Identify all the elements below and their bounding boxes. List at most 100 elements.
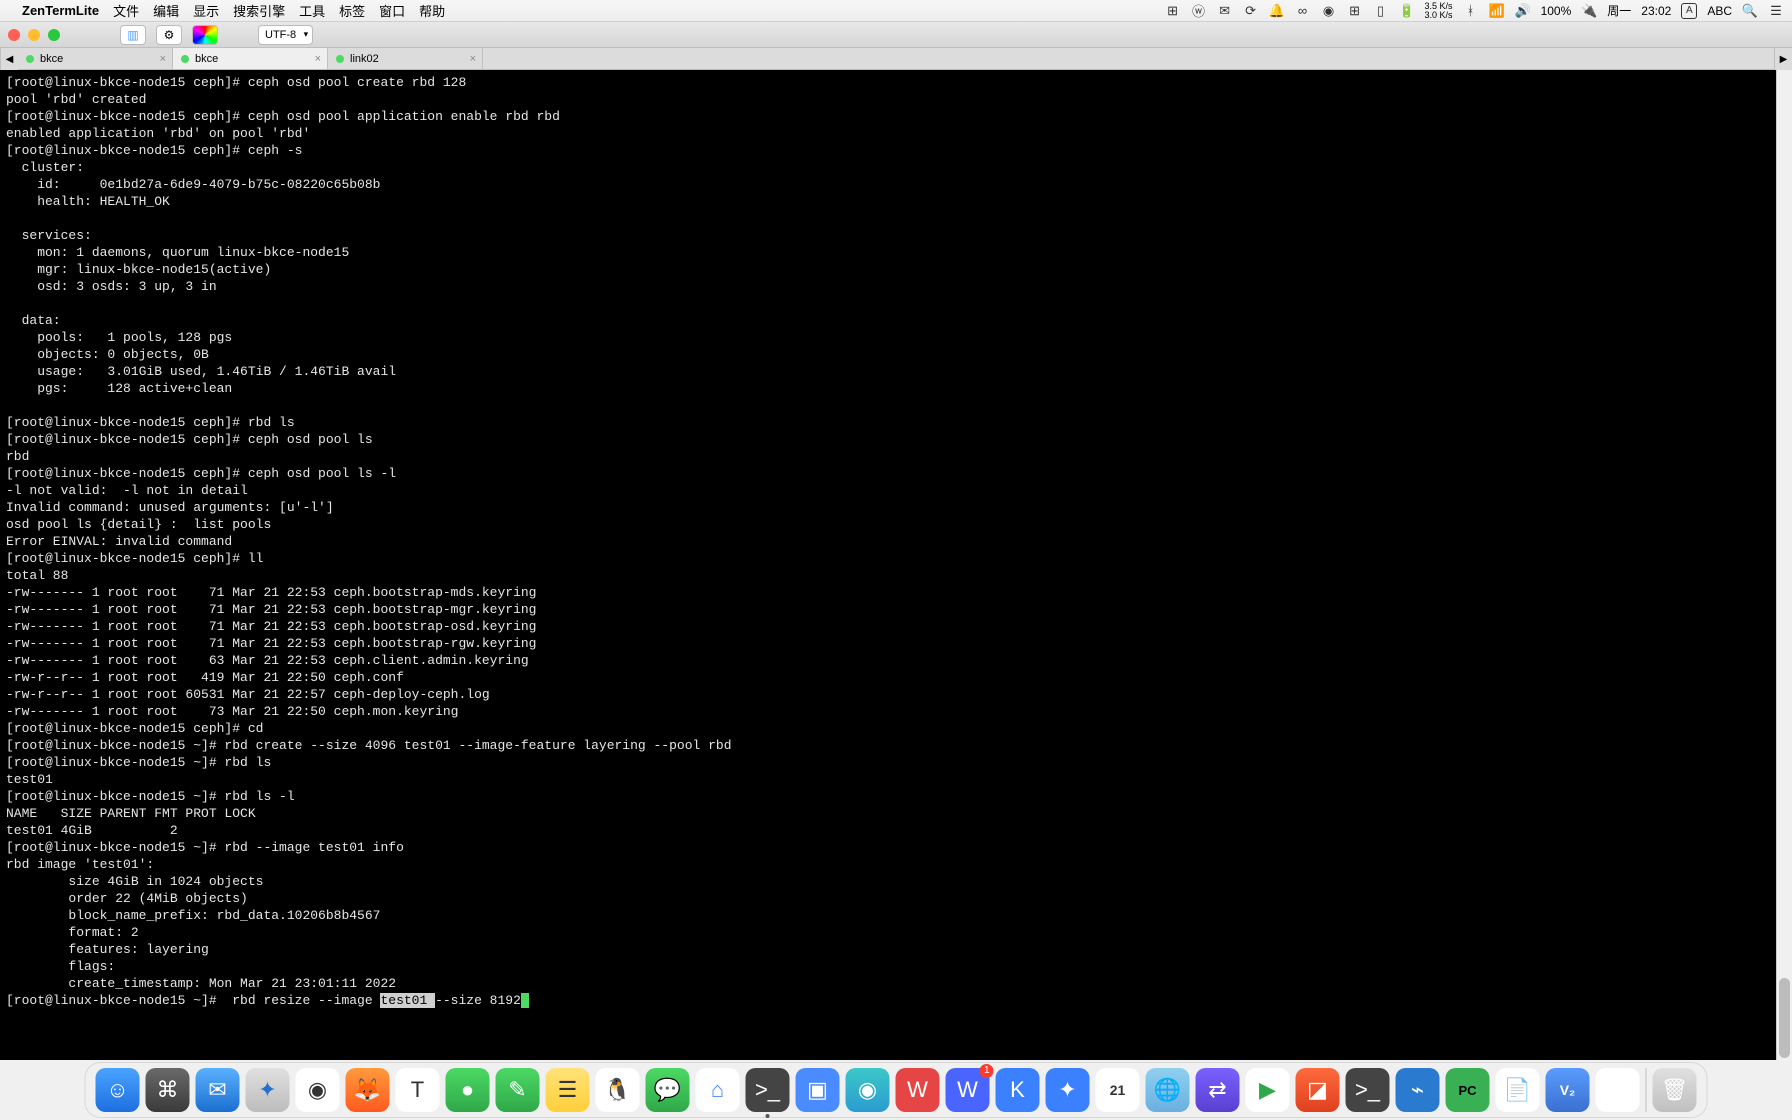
dock-todo[interactable]: ◪ — [1296, 1068, 1340, 1112]
dock-tb[interactable]: ✦ — [1046, 1068, 1090, 1112]
term-line — [6, 296, 14, 311]
status-icon[interactable]: ⓦ — [1191, 3, 1207, 19]
tab-bkce-1[interactable]: bkce × — [18, 48, 173, 69]
term-prompt-line: [root@linux-bkce-node15 ~]# rbd resize -… — [6, 993, 529, 1008]
term-line: [root@linux-bkce-node15 ~]# rbd ls — [6, 755, 271, 770]
macos-menubar: ZenTermLite 文件 编辑 显示 搜索引擎 工具 标签 窗口 帮助 ⊞ … — [0, 0, 1792, 22]
toolbar-button[interactable]: ▥ — [120, 25, 146, 45]
menu-tabs[interactable]: 标签 — [339, 1, 365, 20]
dock-safari[interactable]: ✦ — [246, 1068, 290, 1112]
dock-firefox[interactable]: 🦊 — [346, 1068, 390, 1112]
clock-time[interactable]: 23:02 — [1641, 4, 1671, 18]
term-line: Invalid command: unused arguments: [u'-l… — [6, 500, 334, 515]
menu-edit[interactable]: 编辑 — [153, 1, 179, 20]
dock-wecom[interactable]: ⌂ — [696, 1068, 740, 1112]
dock-flower[interactable]: ✿ — [1596, 1068, 1640, 1112]
term-line: features: layering — [6, 942, 209, 957]
wifi-icon[interactable]: 📶 — [1489, 3, 1505, 19]
tab-bkce-2[interactable]: bkce × — [173, 48, 328, 69]
dock-koo[interactable]: K — [996, 1068, 1040, 1112]
window-maximize-button[interactable] — [48, 29, 60, 41]
term-line: NAME SIZE PARENT FMT PROT LOCK — [6, 806, 263, 821]
scrollbar[interactable] — [1776, 70, 1792, 1060]
menu-tools[interactable]: 工具 — [299, 1, 325, 20]
tab-link02[interactable]: link02 × — [328, 48, 483, 69]
terminal-output[interactable]: [root@linux-bkce-node15 ceph]# ceph osd … — [0, 70, 1776, 1060]
dock-mail[interactable]: ✉ — [196, 1068, 240, 1112]
menu-help[interactable]: 帮助 — [419, 1, 445, 20]
status-icon[interactable]: ∞ — [1295, 3, 1311, 19]
dock-vscode[interactable]: ⌁ — [1396, 1068, 1440, 1112]
dock-term2[interactable]: >_ — [1346, 1068, 1390, 1112]
dock-trash[interactable]: 🗑 — [1653, 1068, 1697, 1112]
dock-text[interactable]: T — [396, 1068, 440, 1112]
tab-close-icon[interactable]: × — [160, 53, 166, 65]
charging-icon: 🔌 — [1581, 3, 1597, 19]
search-icon[interactable]: 🔍 — [1742, 3, 1758, 19]
tab-scroll-right[interactable]: ▶ — [1774, 48, 1792, 70]
dock-cal[interactable]: 21 — [1096, 1068, 1140, 1112]
status-icon[interactable]: ⊞ — [1347, 3, 1363, 19]
battery-percent[interactable]: 100% — [1541, 4, 1572, 18]
dock-finder[interactable]: ☺ — [96, 1068, 140, 1112]
dock-chrome[interactable]: ◉ — [296, 1068, 340, 1112]
menu-icon[interactable]: ☰ — [1768, 3, 1784, 19]
status-icon[interactable]: ⟳ — [1243, 3, 1259, 19]
menu-view[interactable]: 显示 — [193, 1, 219, 20]
dock-evernote[interactable]: ✎ — [496, 1068, 540, 1112]
clock-day[interactable]: 周一 — [1607, 2, 1631, 19]
dock-wpsw[interactable]: W1 — [946, 1068, 990, 1112]
term-line: id: 0e1bd27a-6de9-4079-b75c-08220c65b08b — [6, 177, 380, 192]
volume-icon[interactable]: 🔊 — [1515, 3, 1531, 19]
bluetooth-icon[interactable]: ᚼ — [1463, 3, 1479, 19]
dock-pycharm[interactable]: PC — [1446, 1068, 1490, 1112]
term-line — [6, 398, 14, 413]
dock-edge[interactable]: ◉ — [846, 1068, 890, 1112]
dock-wechat[interactable]: 💬 — [646, 1068, 690, 1112]
dock-launchpad[interactable]: ⌘ — [146, 1068, 190, 1112]
term-line: -rw------- 1 root root 71 Mar 21 22:53 c… — [6, 602, 537, 617]
app-name[interactable]: ZenTermLite — [22, 3, 99, 18]
menu-search[interactable]: 搜索引擎 — [233, 1, 285, 20]
dock-notes[interactable]: ☰ — [546, 1068, 590, 1112]
tab-close-icon[interactable]: × — [315, 53, 321, 65]
term-line: [root@linux-bkce-node15 ceph]# cd — [6, 721, 263, 736]
dock-wps[interactable]: W — [896, 1068, 940, 1112]
dock-green1[interactable]: ● — [446, 1068, 490, 1112]
term-line: pool 'rbd' created — [6, 92, 146, 107]
dock-globe[interactable]: 🌐 — [1146, 1068, 1190, 1112]
dock-vnc[interactable]: V₂ — [1546, 1068, 1590, 1112]
dock-remote[interactable]: ⇄ — [1196, 1068, 1240, 1112]
status-icon[interactable]: ◉ — [1321, 3, 1337, 19]
term-line: block_name_prefix: rbd_data.10206b8b4567 — [6, 908, 380, 923]
window-close-button[interactable] — [8, 29, 20, 41]
dock-term[interactable]: >_ — [746, 1068, 790, 1112]
window-minimize-button[interactable] — [28, 29, 40, 41]
dock-txt[interactable]: 📄 — [1496, 1068, 1540, 1112]
input-lang-icon[interactable]: A — [1681, 3, 1697, 19]
status-icon[interactable]: ⊞ — [1165, 3, 1181, 19]
macos-dock: ☺⌘✉✦◉🦊T●✎☰🐧💬⌂>_▣◉WW1K✦21🌐⇄▶◪>_⌁PC📄V₂✿🗑 — [85, 1062, 1708, 1118]
status-icon[interactable]: 🔔 — [1269, 3, 1285, 19]
status-icon[interactable]: ▯ — [1373, 3, 1389, 19]
term-line: [root@linux-bkce-node15 ceph]# ceph -s — [6, 143, 302, 158]
term-line: [root@linux-bkce-node15 ceph]# ceph osd … — [6, 75, 466, 90]
battery-icon[interactable]: 🔋 — [1399, 3, 1415, 19]
scrollbar-thumb[interactable] — [1779, 978, 1790, 1058]
tab-close-icon[interactable]: × — [470, 53, 476, 65]
dock-play[interactable]: ▶ — [1246, 1068, 1290, 1112]
encoding-select[interactable]: UTF-8 — [258, 25, 313, 45]
term-line: services: — [6, 228, 92, 243]
term-line: osd pool ls {detail} : list pools — [6, 517, 271, 532]
color-button[interactable] — [192, 25, 218, 45]
menu-file[interactable]: 文件 — [113, 1, 139, 20]
term-line: -l not valid: -l not in detail — [6, 483, 248, 498]
input-source[interactable]: ABC — [1707, 4, 1732, 18]
status-icon[interactable]: ✉ — [1217, 3, 1233, 19]
selection: test01 — [380, 993, 435, 1008]
menu-window[interactable]: 窗口 — [379, 1, 405, 20]
settings-button[interactable]: ⚙ — [156, 25, 182, 45]
dock-qq[interactable]: 🐧 — [596, 1068, 640, 1112]
dock-zoom[interactable]: ▣ — [796, 1068, 840, 1112]
tab-scroll-left[interactable]: ◀ — [0, 48, 18, 70]
